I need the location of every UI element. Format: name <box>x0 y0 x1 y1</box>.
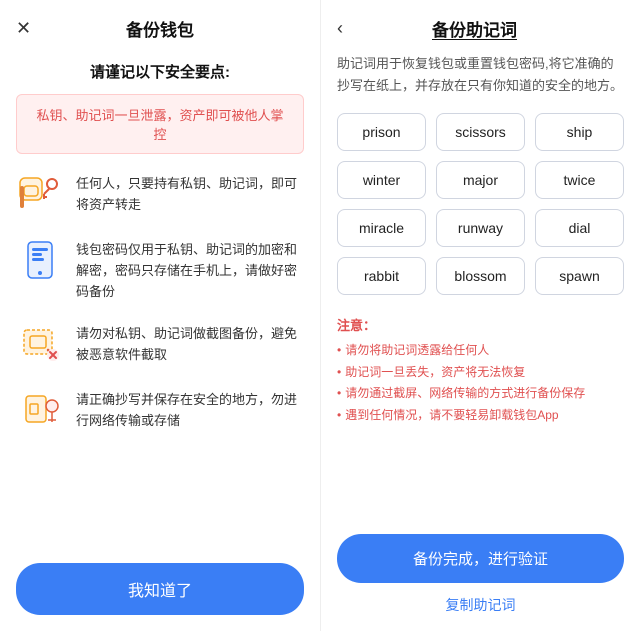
notes-title: 注意： <box>337 315 624 334</box>
key-icon <box>16 170 64 218</box>
notes-item: 请勿通过截屏、网络传输的方式进行备份保存 <box>337 383 624 405</box>
copy-link[interactable]: 复制助记词 <box>337 595 624 623</box>
security-text-screenshot: 请勿对私钥、助记词做截图备份，避免被恶意软件截取 <box>76 320 304 366</box>
mnemonic-word-7: miracle <box>337 209 426 247</box>
screenshot-icon <box>16 320 64 368</box>
security-item-screenshot: 请勿对私钥、助记词做截图备份，避免被恶意软件截取 <box>16 320 304 368</box>
left-content: 任何人，只要持有私钥、助记词，即可将资产转走 钱包密码仅用于私钥、助记词的加密和… <box>0 170 320 547</box>
security-item-safe: 请正确抄写并保存在安全的地方，勿进行网络传输或存储 <box>16 386 304 434</box>
security-text-key: 任何人，只要持有私钥、助记词，即可将资产转走 <box>76 170 304 216</box>
left-header: ✕ 备份钱包 <box>0 0 320 53</box>
notes-item: 请勿将助记词透露给任何人 <box>337 340 624 362</box>
verify-button[interactable]: 备份完成，进行验证 <box>337 534 624 583</box>
notes-item: 助记词一旦丢失，资产将无法恢复 <box>337 362 624 384</box>
mnemonic-word-11: blossom <box>436 257 525 295</box>
security-text-phone: 钱包密码仅用于私钥、助记词的加密和解密，密码只存储在手机上，请做好密码备份 <box>76 236 304 302</box>
left-panel: ✕ 备份钱包 请谨记以下安全要点: 私钥、助记词一旦泄露，资产即可被他人掌控 任… <box>0 0 320 631</box>
safe-icon <box>16 386 64 434</box>
mnemonic-word-2: scissors <box>436 113 525 151</box>
mnemonic-word-3: ship <box>535 113 624 151</box>
mnemonic-word-6: twice <box>535 161 624 199</box>
mnemonic-word-5: major <box>436 161 525 199</box>
mnemonic-word-9: dial <box>535 209 624 247</box>
security-item-key: 任何人，只要持有私钥、助记词，即可将资产转走 <box>16 170 304 218</box>
left-title: 备份钱包 <box>126 16 194 41</box>
mnemonic-word-1: prison <box>337 113 426 151</box>
warning-banner: 私钥、助记词一旦泄露，资产即可被他人掌控 <box>16 94 304 154</box>
notes-section: 注意： 请勿将助记词透露给任何人助记词一旦丢失，资产将无法恢复请勿通过截屏、网络… <box>321 311 640 438</box>
mnemonic-word-4: winter <box>337 161 426 199</box>
acknowledge-button[interactable]: 我知道了 <box>16 563 304 615</box>
right-footer: 备份完成，进行验证 复制助记词 <box>321 522 640 631</box>
notes-item: 遇到任何情况，请不要轻易卸载钱包App <box>337 405 624 427</box>
back-button[interactable]: ‹ <box>337 18 343 39</box>
phone-icon <box>16 236 64 284</box>
right-header: ‹ 备份助记词 <box>321 0 640 53</box>
right-title: 备份助记词 <box>351 16 598 41</box>
mnemonic-word-10: rabbit <box>337 257 426 295</box>
close-button[interactable]: ✕ <box>16 18 31 39</box>
security-text-safe: 请正确抄写并保存在安全的地方，勿进行网络传输或存储 <box>76 386 304 432</box>
right-description: 助记词用于恢复钱包或重置钱包密码,将它准确的抄写在纸上，并存放在只有你知道的安全… <box>321 53 640 113</box>
mnemonic-word-8: runway <box>436 209 525 247</box>
left-footer: 我知道了 <box>0 547 320 631</box>
left-subtitle: 请谨记以下安全要点: <box>0 53 320 94</box>
security-item-phone: 钱包密码仅用于私钥、助记词的加密和解密，密码只存储在手机上，请做好密码备份 <box>16 236 304 302</box>
mnemonic-grid: prison scissors ship winter major twice miracl… <box>321 113 640 311</box>
right-panel: ‹ 备份助记词 助记词用于恢复钱包或重置钱包密码,将它准确的抄写在纸上，并存放在… <box>320 0 640 631</box>
mnemonic-word-12: spawn <box>535 257 624 295</box>
